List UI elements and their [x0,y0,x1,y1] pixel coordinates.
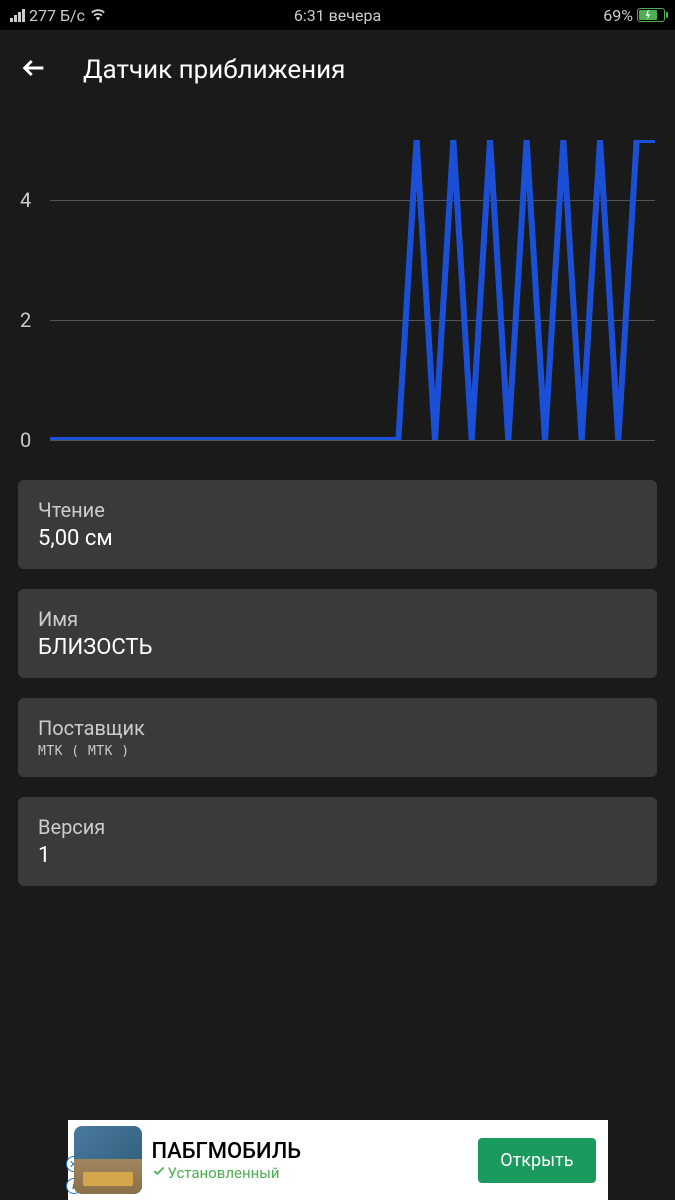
proximity-chart: 4 2 0 [50,140,655,440]
card-value: 1 [38,843,637,868]
ad-subtitle-text: Установленный [168,1164,280,1182]
page-title: Датчик приближения [83,55,345,85]
card-value: БЛИЗОСТЬ [38,635,637,660]
y-tick-0: 0 [20,428,31,452]
card-label: Чтение [38,498,637,522]
ad-subtitle: Установленный [152,1164,469,1182]
ad-app-icon[interactable] [74,1126,142,1194]
card-name[interactable]: Имя БЛИЗОСТЬ [18,589,657,678]
chart-container: 4 2 0 [0,110,675,480]
card-label: Поставщик [38,716,637,740]
card-value: MTK ( MTK ) [38,744,637,759]
status-time: 6:31 вечера [294,6,381,25]
status-left: 277 Б/с [10,6,107,25]
signal-icon [10,8,25,22]
card-reading[interactable]: Чтение 5,00 см [18,480,657,569]
network-speed: 277 Б/с [29,6,85,25]
card-label: Имя [38,607,637,631]
back-button[interactable] [20,54,48,86]
chart-line [50,140,655,440]
check-icon [152,1164,166,1182]
status-right: 69% [603,6,665,25]
ad-open-button[interactable]: Открыть [478,1138,595,1183]
battery-percent: 69% [603,6,633,25]
y-tick-4: 4 [20,188,31,212]
status-bar: 277 Б/с 6:31 вечера 69% [0,0,675,30]
y-tick-2: 2 [20,308,31,332]
ad-text: ПАБГМОБИЛЬ Установленный [152,1139,469,1182]
card-version[interactable]: Версия 1 [18,797,657,886]
card-label: Версия [38,815,637,839]
battery-icon [637,8,665,22]
info-cards: Чтение 5,00 см Имя БЛИЗОСТЬ Поставщик MT… [0,480,675,886]
card-value: 5,00 см [38,526,637,551]
card-vendor[interactable]: Поставщик MTK ( MTK ) [18,698,657,777]
ad-title: ПАБГМОБИЛЬ [152,1139,469,1164]
wifi-icon [89,6,107,25]
app-header: Датчик приближения [0,30,675,110]
ad-banner[interactable]: ✕ i ПАБГМОБИЛЬ Установленный Открыть [68,1120,608,1200]
